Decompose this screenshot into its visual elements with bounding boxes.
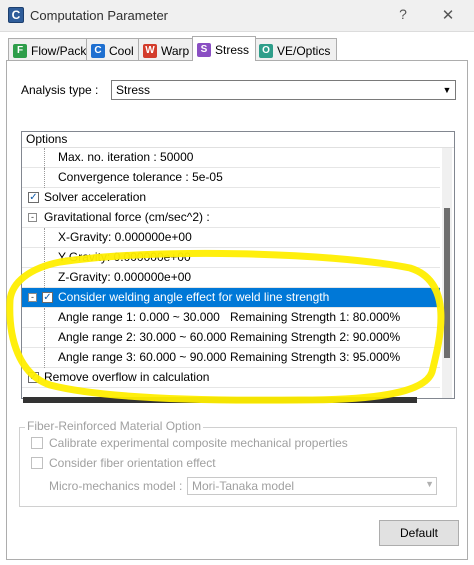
fiber-option-legend: Fiber-Reinforced Material Option <box>25 419 204 433</box>
tree-line <box>44 248 45 268</box>
app-icon: C <box>8 7 24 23</box>
chevron-down-icon[interactable]: ▼ <box>439 81 455 99</box>
option-text: Angle range 2: 30.000 ~ 60.000 <box>58 330 227 344</box>
remaining-strength: Remaining Strength 2: 90.000% <box>230 330 401 344</box>
collapse-icon[interactable]: - <box>28 293 37 302</box>
tree-line <box>44 328 45 348</box>
option-text: Angle range 1: 0.000 ~ 30.000 <box>58 310 220 324</box>
flow-pack-icon: F <box>13 43 27 58</box>
checkbox-checked-icon[interactable]: ✓ <box>42 292 53 303</box>
option-z-gravity[interactable]: Z-Gravity: 0.000000e+00 <box>22 268 440 288</box>
tree-line <box>44 148 45 168</box>
remaining-strength: Remaining Strength 3: 95.000% <box>230 350 401 364</box>
option-angle-range-3[interactable]: Angle range 3: 60.000 ~ 90.000 Remaining… <box>22 348 440 368</box>
tab-label: Cool <box>109 43 134 58</box>
option-remove-overflow[interactable]: ✓ Remove overflow in calculation <box>22 368 440 388</box>
micro-mechanics-select[interactable]: Mori-Tanaka model ▼ <box>187 477 437 495</box>
fiber-orientation-label: Consider fiber orientation effect <box>49 456 216 470</box>
option-text: Convergence tolerance : 5e-05 <box>58 170 223 184</box>
stress-icon: S <box>197 43 211 57</box>
horizontal-scrollbar[interactable] <box>23 397 417 403</box>
option-text: Solver acceleration <box>44 190 147 204</box>
title-bar: C Computation Parameter ? ✕ <box>0 0 474 32</box>
option-convergence-tolerance[interactable]: Convergence tolerance : 5e-05 <box>22 168 440 188</box>
option-text: Z-Gravity: 0.000000e+00 <box>58 270 192 284</box>
analysis-type-select[interactable]: Stress ▼ <box>111 80 456 100</box>
option-angle-range-1[interactable]: Angle range 1: 0.000 ~ 30.000 Remaining … <box>22 308 440 328</box>
fiber-orientation-checkbox[interactable] <box>31 457 43 469</box>
ve-optics-icon: O <box>259 43 273 58</box>
option-text: Y-Gravity: 0.000000e+00 <box>58 250 191 264</box>
analysis-type-label: Analysis type : <box>21 83 99 97</box>
calibrate-label: Calibrate experimental composite mechani… <box>49 436 348 450</box>
options-tree: Options Max. no. iteration : 50000 Conve… <box>21 131 455 399</box>
tree-line <box>44 308 45 328</box>
checkbox-checked-icon[interactable]: ✓ <box>28 192 39 203</box>
micro-mechanics-label: Micro-mechanics model : <box>49 479 183 493</box>
option-max-iteration[interactable]: Max. no. iteration : 50000 <box>22 148 440 168</box>
checkbox-checked-icon[interactable]: ✓ <box>28 372 39 383</box>
option-text: X-Gravity: 0.000000e+00 <box>58 230 192 244</box>
tab-label: Warp <box>161 43 190 58</box>
tab-flow-pack[interactable]: F Flow/Pack <box>8 38 94 60</box>
option-gravitational-force[interactable]: - Gravitational force (cm/sec^2) : <box>22 208 440 228</box>
micro-mechanics-value: Mori-Tanaka model <box>192 479 295 493</box>
cool-icon: C <box>91 43 105 58</box>
tree-line <box>44 228 45 248</box>
analysis-type-value: Stress <box>116 83 151 97</box>
collapse-icon[interactable]: - <box>28 213 37 222</box>
chevron-down-icon[interactable]: ▼ <box>425 479 434 489</box>
default-button[interactable]: Default <box>379 520 459 546</box>
close-button[interactable]: ✕ <box>438 6 458 26</box>
window-title: Computation Parameter <box>30 8 169 23</box>
option-text: Max. no. iteration : 50000 <box>58 150 194 164</box>
tab-label: VE/Optics <box>277 43 331 58</box>
option-text: Remove overflow in calculation <box>44 370 210 384</box>
warp-icon: W <box>143 43 157 58</box>
scrollbar-thumb[interactable] <box>444 208 450 358</box>
option-text: Consider welding angle effect for weld l… <box>58 290 330 304</box>
option-text: Gravitational force (cm/sec^2) : <box>44 210 210 224</box>
tab-cool[interactable]: C Cool <box>86 38 141 60</box>
help-button[interactable]: ? <box>393 6 413 26</box>
vertical-scrollbar[interactable] <box>442 148 452 398</box>
tab-label: Flow/Pack <box>31 43 87 58</box>
calibrate-checkbox[interactable] <box>31 437 43 449</box>
option-text: Angle range 3: 60.000 ~ 90.000 <box>58 350 227 364</box>
tab-label: Stress <box>215 43 250 57</box>
options-header: Options <box>22 132 454 148</box>
tree-line <box>44 168 45 188</box>
tree-line <box>44 348 45 368</box>
stress-panel: Analysis type : Stress ▼ Options Max. no… <box>6 60 468 560</box>
tab-ve-optics[interactable]: O VE/Optics <box>254 38 338 60</box>
remaining-strength: Remaining Strength 1: 80.000% <box>230 310 401 324</box>
tab-warp[interactable]: W Warp <box>138 38 197 60</box>
option-solver-acceleration[interactable]: ✓ Solver acceleration <box>22 188 440 208</box>
option-angle-range-2[interactable]: Angle range 2: 30.000 ~ 60.000 Remaining… <box>22 328 440 348</box>
option-x-gravity[interactable]: X-Gravity: 0.000000e+00 <box>22 228 440 248</box>
tree-line <box>44 268 45 288</box>
option-welding-angle[interactable]: - ✓ Consider welding angle effect for we… <box>22 288 440 308</box>
option-y-gravity[interactable]: Y-Gravity: 0.000000e+00 <box>22 248 440 268</box>
tab-stress[interactable]: S Stress <box>192 36 257 61</box>
